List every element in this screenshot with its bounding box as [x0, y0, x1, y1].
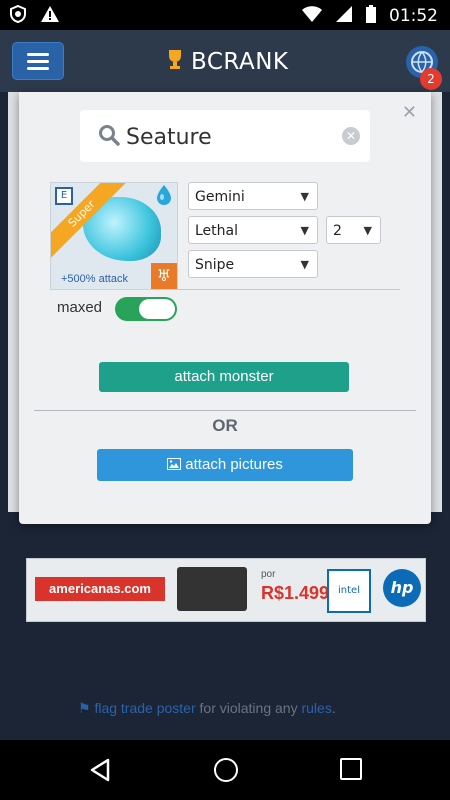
chevron-down-icon: ▼: [363, 224, 372, 237]
divider: [178, 289, 400, 290]
menu-button[interactable]: [12, 42, 64, 80]
chevron-down-icon: ▼: [300, 190, 309, 203]
clock: 01:52: [389, 6, 438, 26]
book-select[interactable]: Gemini ▼: [188, 182, 318, 210]
system-nav-bar: [0, 740, 450, 800]
attach-pictures-label: attach pictures: [185, 456, 283, 473]
app-header: BCRANK 2: [0, 30, 450, 92]
zodiac-icon: ♅: [151, 263, 177, 289]
shield-icon: [8, 4, 28, 28]
role-select[interactable]: Snipe ▼: [188, 250, 318, 278]
chevron-down-icon: ▼: [300, 224, 309, 237]
rules-link[interactable]: rules: [301, 700, 331, 716]
ad-price-label: por: [261, 569, 276, 580]
toggle-knob: [139, 299, 175, 319]
brand-name: BCRANK: [191, 49, 289, 75]
wifi-icon: [301, 5, 323, 27]
menu-icon: [27, 67, 49, 70]
level-select[interactable]: 2 ▼: [326, 216, 381, 244]
footer-middle: for violating any: [199, 700, 298, 716]
ad-retailer-logo: americanas.com: [35, 577, 165, 601]
ad-intel-logo: intel: [327, 569, 371, 613]
close-icon[interactable]: ✕: [402, 102, 417, 123]
search-input[interactable]: [124, 120, 338, 154]
flag-icon: ⚑: [78, 700, 95, 716]
role-value: Snipe: [195, 257, 235, 273]
flag-trade-link[interactable]: flag trade poster: [94, 700, 195, 716]
attach-monster-button[interactable]: attach monster: [99, 362, 349, 392]
ad-hp-logo: hp: [383, 569, 421, 607]
ad-laptop-image: [177, 567, 247, 611]
level-value: 2: [333, 223, 342, 239]
menu-icon: [27, 53, 49, 56]
trait-value: Lethal: [195, 223, 238, 239]
brand-logo[interactable]: BCRANK: [165, 48, 289, 76]
elite-icon: E: [55, 187, 73, 205]
maxed-toggle[interactable]: [115, 297, 177, 321]
footer-note: ⚑ flag trade poster for violating any ru…: [78, 700, 336, 717]
back-icon[interactable]: [89, 758, 111, 786]
search-icon: [98, 124, 120, 150]
or-separator: OR: [212, 416, 238, 435]
maxed-label: maxed: [57, 299, 103, 316]
recent-apps-icon[interactable]: [340, 758, 362, 780]
trophy-icon: [165, 48, 185, 76]
footer-end: .: [331, 700, 336, 716]
trait-select[interactable]: Lethal ▼: [188, 216, 318, 244]
monster-search: ✕: [80, 110, 370, 162]
water-drop-icon: [155, 184, 173, 210]
notification-badge: 2: [420, 68, 442, 90]
book-value: Gemini: [195, 189, 245, 205]
battery-icon: [365, 4, 377, 28]
warning-icon: [40, 4, 60, 28]
signal-icon: [335, 5, 353, 27]
divider: [34, 410, 416, 411]
menu-icon: [27, 60, 49, 63]
image-icon: [167, 456, 185, 473]
attach-modal: ✕ ✕ Super E +500% attack ♅ Gemini ▼ Leth…: [19, 92, 431, 524]
status-bar: 01:52: [0, 0, 450, 30]
chevron-down-icon: ▼: [300, 258, 309, 271]
clear-icon[interactable]: ✕: [342, 127, 360, 145]
home-icon[interactable]: [214, 758, 238, 782]
ad-price: R$1.499: [261, 583, 330, 603]
ad-banner[interactable]: americanas.com por R$1.499 intel hp: [26, 558, 426, 622]
attack-bonus: +500% attack: [61, 273, 128, 285]
attach-pictures-button[interactable]: attach pictures: [97, 449, 353, 481]
